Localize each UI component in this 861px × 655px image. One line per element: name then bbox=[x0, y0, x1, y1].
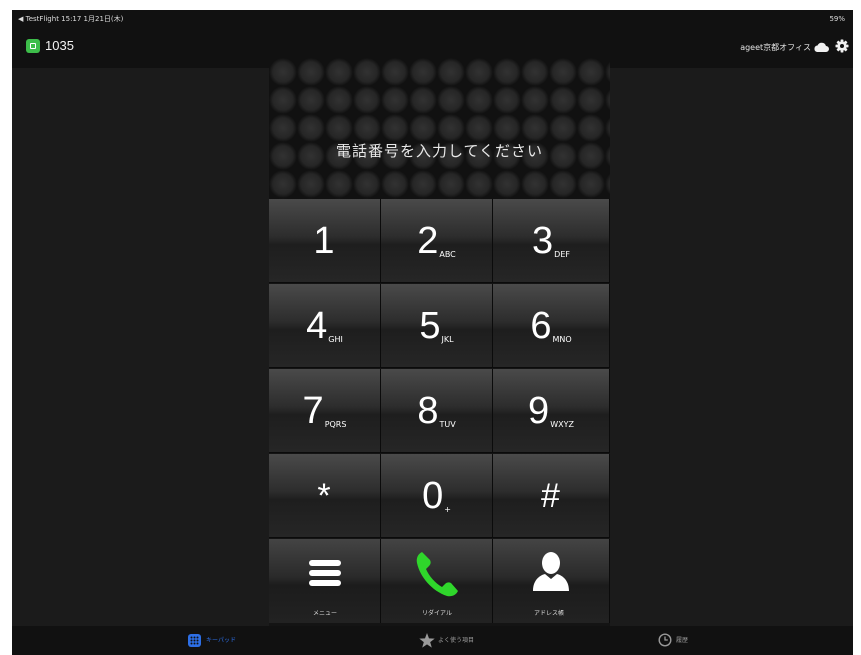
key-digit: 5 bbox=[419, 305, 441, 347]
number-display[interactable]: 電話番号を入力してください bbox=[269, 58, 610, 199]
tab-history-label: 履歴 bbox=[676, 637, 689, 644]
tab-favorites[interactable]: よく使う項目 bbox=[419, 626, 509, 655]
extension-number: 1035 bbox=[45, 38, 74, 53]
key-0[interactable]: 0+ bbox=[381, 454, 493, 538]
status-left: ◀ TestFlight 15:17 1月21日(木) bbox=[18, 15, 124, 23]
key-5[interactable]: 5JKL bbox=[381, 284, 493, 368]
address-book-button[interactable]: アドレス帳 bbox=[493, 539, 610, 623]
key-digit: 4 bbox=[306, 305, 328, 347]
battery-status: 59% bbox=[829, 15, 845, 23]
key-digit: 8 bbox=[417, 390, 439, 432]
address-book-label: アドレス帳 bbox=[533, 610, 564, 617]
tab-favorites-label: よく使う項目 bbox=[438, 637, 475, 644]
menu-icon bbox=[309, 560, 341, 586]
key-9[interactable]: 9WXYZ bbox=[493, 369, 610, 453]
key-letters: DEF bbox=[554, 250, 570, 259]
key-letters: ABC bbox=[439, 250, 456, 259]
key-7[interactable]: 7PQRS bbox=[269, 369, 381, 453]
key-digit: 1 bbox=[313, 220, 335, 262]
key-digit: 3 bbox=[532, 220, 554, 262]
keypad-icon bbox=[188, 634, 201, 647]
menu-label: メニュー bbox=[312, 610, 337, 617]
clock-icon bbox=[658, 633, 672, 647]
key-hash[interactable]: # bbox=[493, 454, 610, 538]
key-digit: 0 bbox=[422, 475, 444, 517]
tab-keypad-label: キーパッド bbox=[206, 637, 236, 644]
phone-icon bbox=[416, 552, 458, 597]
key-letters: JKL bbox=[441, 335, 454, 344]
key-letters: TUV bbox=[439, 420, 456, 429]
key-1[interactable]: 1 bbox=[269, 199, 381, 283]
key-digit: * bbox=[317, 477, 331, 515]
key-8[interactable]: 8TUV bbox=[381, 369, 493, 453]
menu-button[interactable]: メニュー bbox=[269, 539, 381, 623]
call-button[interactable]: リダイアル bbox=[381, 539, 493, 623]
office-name[interactable]: ageet京都オフィス bbox=[740, 42, 811, 54]
contact-icon bbox=[533, 552, 569, 591]
tab-history[interactable]: 履歴 bbox=[658, 626, 718, 655]
key-letters: PQRS bbox=[324, 420, 347, 429]
tab-keypad[interactable]: キーパッド bbox=[188, 626, 268, 655]
app-icon bbox=[26, 39, 40, 53]
key-4[interactable]: 4GHI bbox=[269, 284, 381, 368]
key-digit: # bbox=[541, 477, 560, 515]
redial-label: リダイアル bbox=[422, 610, 452, 617]
number-prompt: 電話番号を入力してください bbox=[335, 142, 544, 160]
key-letters: GHI bbox=[328, 335, 343, 344]
key-digit: 2 bbox=[417, 220, 439, 262]
key-digit: 9 bbox=[528, 390, 550, 432]
key-3[interactable]: 3DEF bbox=[493, 199, 610, 283]
cloud-icon[interactable] bbox=[813, 41, 829, 53]
star-icon bbox=[419, 633, 435, 648]
gear-icon[interactable] bbox=[835, 39, 849, 53]
key-letters: MNO bbox=[552, 335, 572, 344]
key-6[interactable]: 6MNO bbox=[493, 284, 610, 368]
key-2[interactable]: 2ABC bbox=[381, 199, 493, 283]
dialer-panel: 電話番号を入力してください 1 2ABC 3DEF 4GHI 5JKL 6MNO… bbox=[269, 58, 610, 626]
key-star[interactable]: * bbox=[269, 454, 381, 538]
tab-bar: キーパッド よく使う項目 履歴 bbox=[12, 626, 853, 655]
key-letters: + bbox=[444, 505, 451, 514]
key-digit: 6 bbox=[530, 305, 552, 347]
key-digit: 7 bbox=[302, 390, 324, 432]
app-frame: ◀ TestFlight 15:17 1月21日(木) 59% 1035 age… bbox=[12, 10, 853, 655]
key-letters: WXYZ bbox=[550, 420, 574, 429]
status-bar: ◀ TestFlight 15:17 1月21日(木) 59% bbox=[12, 10, 853, 28]
